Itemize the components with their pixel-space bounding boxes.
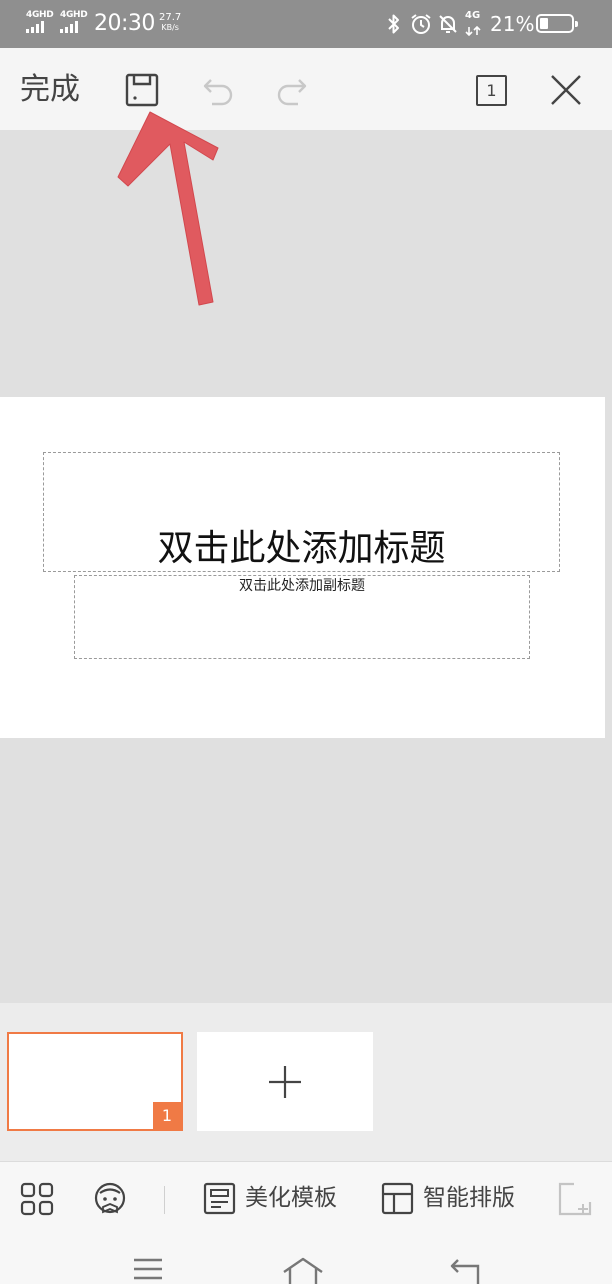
back-icon[interactable] [450, 1258, 482, 1284]
slide-1[interactable]: 双击此处添加标题 双击此处添加副标题 [0, 397, 605, 738]
plus-icon [269, 1065, 301, 1098]
layout-grid-icon[interactable] [20, 1182, 54, 1216]
smart-layout-icon [381, 1182, 414, 1214]
smart-layout-label: 智能排版 [423, 1185, 515, 1211]
slide-number-badge: 1 [153, 1102, 181, 1129]
beautify-template-label: 美化模板 [245, 1185, 337, 1211]
system-nav-bar [0, 1236, 612, 1284]
slide-thumbnail[interactable]: 1 [7, 1032, 183, 1131]
title-placeholder-text: 双击此处添加标题 [157, 528, 446, 569]
add-slide-button[interactable] [197, 1032, 373, 1131]
new-slide-icon[interactable] [558, 1182, 592, 1216]
title-placeholder[interactable]: 双击此处添加标题 [43, 452, 560, 572]
character-icon[interactable] [93, 1182, 127, 1216]
beautify-template-button[interactable]: 美化模板 [203, 1181, 337, 1215]
subtitle-placeholder-text: 双击此处添加副标题 [239, 578, 365, 594]
annotation-arrow-icon [117, 111, 219, 306]
toolbar-divider [164, 1186, 165, 1214]
smart-layout-button[interactable]: 智能排版 [381, 1181, 515, 1215]
template-icon [203, 1182, 236, 1214]
menu-icon[interactable] [132, 1258, 164, 1284]
bottom-toolbar: 美化模板 智能排版 [0, 1161, 612, 1236]
home-icon[interactable] [282, 1256, 324, 1284]
subtitle-placeholder[interactable]: 双击此处添加副标题 [74, 575, 530, 659]
slide-thumbnail-strip: 1 [0, 1003, 612, 1161]
